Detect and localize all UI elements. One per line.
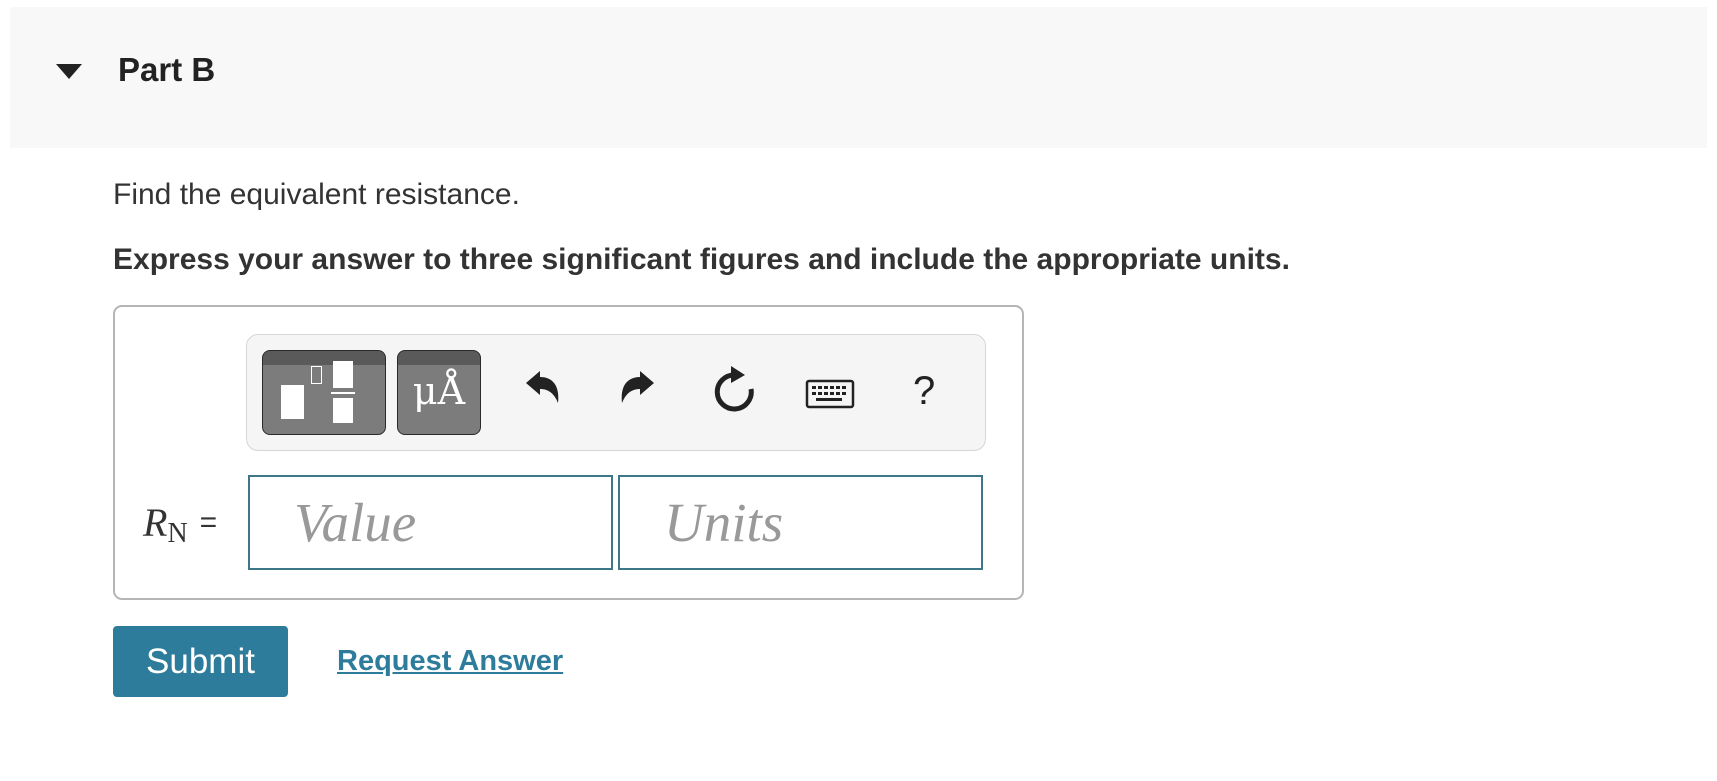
answer-instructions: Express your answer to three significant…: [113, 243, 1290, 276]
answer-subscript: N: [167, 518, 188, 549]
answer-label: RN =: [143, 499, 218, 549]
value-input[interactable]: [248, 475, 613, 570]
keyboard-icon[interactable]: [805, 379, 855, 409]
answer-box: μÅ ? RN =: [113, 305, 1024, 600]
units-button[interactable]: μÅ: [397, 350, 481, 435]
part-title: Part B: [118, 51, 216, 88]
units-input[interactable]: [618, 475, 983, 570]
answer-variable: R: [143, 500, 168, 545]
reset-icon[interactable]: [711, 363, 759, 417]
units-icon: μÅ: [412, 369, 466, 413]
equals-sign: =: [199, 506, 218, 539]
redo-icon[interactable]: [616, 365, 660, 417]
request-answer-link[interactable]: Request Answer: [337, 645, 563, 678]
collapse-caret-icon[interactable]: [56, 64, 82, 79]
part-header: Part B: [10, 7, 1707, 148]
undo-icon[interactable]: [520, 365, 564, 417]
submit-button[interactable]: Submit: [113, 626, 288, 697]
question-prompt: Find the equivalent resistance.: [113, 178, 520, 211]
fraction-template-button[interactable]: [262, 350, 386, 435]
math-toolbar: μÅ ?: [246, 334, 986, 451]
help-icon[interactable]: ?: [913, 369, 935, 414]
